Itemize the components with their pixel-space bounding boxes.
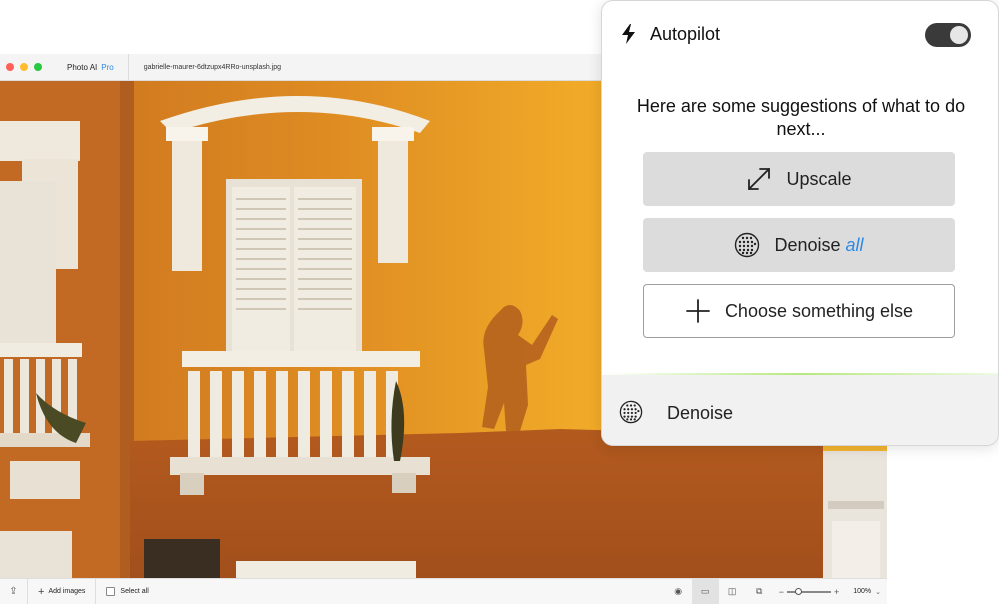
autopilot-header: Autopilot [602,1,998,67]
dot-grid-icon [619,400,643,424]
dot-grid-icon [735,232,760,258]
view-controls: ◉ ▭ ◫ ⧉ − + 100% ⌄ [665,578,887,604]
side-by-side-view-icon[interactable]: ◫ [719,579,746,604]
all-modifier: all [845,234,864,255]
bottom-toolbar: ⇪ + Add images Select all ◉ ▭ ◫ ⧉ − + 10… [0,578,887,604]
autopilot-toggle[interactable] [925,23,971,47]
active-enhancement-label: Denoise [667,403,734,423]
chevron-down-icon[interactable]: ⌄ [875,588,887,596]
plus-icon: + [38,585,45,598]
zoom-in-icon[interactable]: + [834,587,839,597]
suggestions-heading: Here are some suggestions of what to do … [636,96,966,139]
autopilot-title: Autopilot [650,24,721,44]
toggle-knob [950,26,968,44]
app-tier-badge: Pro [101,62,114,72]
active-enhancement-row[interactable]: Denoise [602,375,998,445]
zoom-window-button[interactable] [34,63,42,71]
file-name: gabrielle-maurer-6dtzupx4RRo-unsplash.jp… [143,63,282,71]
select-all-control[interactable]: Select all [96,587,158,596]
choose-something-else-button[interactable]: Choose something else [643,284,955,338]
select-all-checkbox[interactable] [106,587,116,596]
denoise-all-label: Denoise all [774,235,863,256]
denoise-label: Denoise [774,234,841,255]
eye-icon[interactable]: ◉ [665,579,692,604]
lightning-bolt-icon [622,24,635,44]
single-view-icon[interactable]: ▭ [691,578,719,604]
export-icon[interactable]: ⇪ [0,578,28,604]
split-view-icon[interactable]: ⧉ [746,579,773,604]
zoom-slider-knob[interactable] [794,587,802,595]
autopilot-panel: Autopilot Here are some suggestions of w… [601,0,999,446]
window-controls [6,63,42,71]
choose-something-else-label: Choose something else [724,300,914,321]
zoom-level[interactable]: 100% [845,588,875,595]
app-name: Photo AI [67,62,98,72]
stage: Photo AI Pro gabrielle-maurer-6dtzupx4RR… [0,0,999,604]
add-images-label: Add images [48,588,86,595]
close-window-button[interactable] [6,63,14,71]
plus-icon [686,299,710,323]
zoom-control: − + [773,587,846,597]
denoise-all-button[interactable]: Denoise all [643,218,955,272]
add-images-button[interactable]: + Add images [28,578,97,604]
title-divider [127,53,129,81]
upscale-button[interactable]: Upscale [643,152,955,206]
minimize-window-button[interactable] [20,63,28,71]
select-all-label: Select all [120,588,149,595]
zoom-out-icon[interactable]: − [779,587,784,597]
expand-arrows-icon [748,168,771,190]
zoom-slider[interactable] [786,587,831,595]
upscale-label: Upscale [786,168,852,189]
